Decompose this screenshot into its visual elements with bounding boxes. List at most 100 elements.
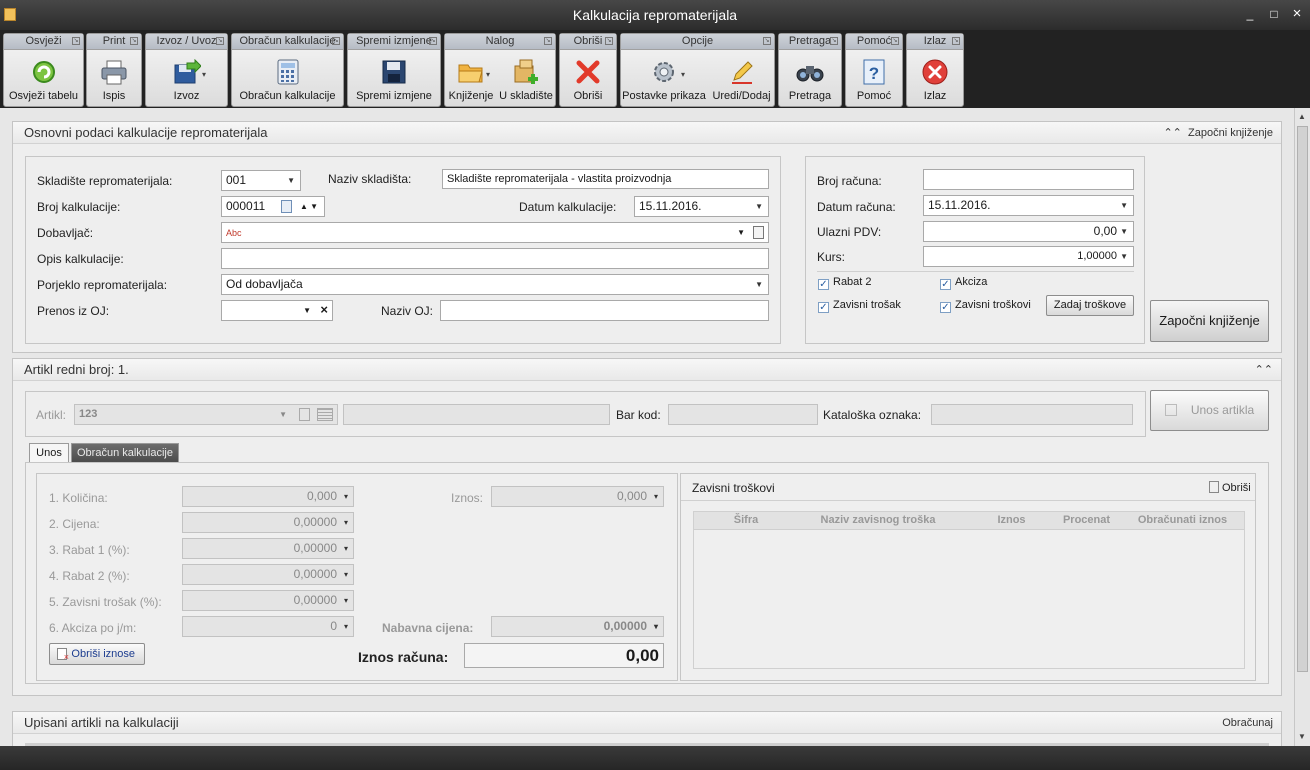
chevron-down-icon: ▾: [343, 622, 348, 631]
excise-field[interactable]: 0 ▾: [182, 616, 354, 637]
discount2-field[interactable]: 0,00000 ▾: [182, 564, 354, 585]
maximize-button[interactable]: □: [1266, 6, 1282, 22]
purchase-price-field[interactable]: 0,00000 ▾: [491, 616, 664, 637]
invoice-number-field[interactable]: [923, 169, 1134, 190]
discount1-field[interactable]: 0,00000 ▾: [182, 538, 354, 559]
scrollbar-thumb[interactable]: [1297, 126, 1308, 672]
dialog-launcher-icon[interactable]: ↘: [830, 37, 838, 45]
oj-name-field[interactable]: [440, 300, 769, 321]
input-vat-field[interactable]: 0,00 ▼: [923, 221, 1134, 242]
barcode-label: Bar kod:: [616, 408, 661, 422]
window-title: Kalkulacija repromaterijala: [572, 7, 738, 23]
chevron-down-icon: ▾: [653, 492, 658, 501]
dialog-launcher-icon[interactable]: ↘: [891, 37, 899, 45]
start-booking-button[interactable]: Započni knjiženje: [1150, 300, 1269, 342]
dialog-launcher-icon[interactable]: ↘: [72, 37, 80, 45]
divider: [817, 271, 1134, 272]
dialog-launcher-icon[interactable]: ↘: [332, 37, 340, 45]
column-header[interactable]: Obračunati iznos: [1125, 514, 1240, 526]
vertical-scrollbar[interactable]: ▲ ▼: [1294, 108, 1310, 746]
chevron-down-icon: ▼: [1120, 201, 1128, 210]
folder-icon: [456, 58, 486, 86]
dialog-launcher-icon[interactable]: ↘: [429, 37, 437, 45]
tab-content: 1. Količina: 0,000 ▾ 2. Cijena: 0,00000 ▾ …: [25, 462, 1269, 684]
warehouse-label: Skladište repromaterijala:: [37, 174, 173, 188]
chevron-down-icon: ▾: [343, 570, 348, 579]
ribbon-group-label: Print: [102, 35, 126, 47]
quantity-label: 1. Količina:: [49, 491, 108, 505]
article-select[interactable]: 123 ▼: [74, 404, 338, 425]
export-button[interactable]: ▾ Izvoz: [146, 52, 227, 106]
clear-icon: ×: [57, 648, 69, 662]
exchange-rate-field[interactable]: 1,00000 ▼: [923, 246, 1134, 267]
calculate-button[interactable]: Obračun kalkulacije: [232, 52, 343, 106]
panel-title: Osnovni podaci kalkulacije repromaterija…: [24, 125, 268, 140]
lookup-icon[interactable]: [281, 200, 292, 213]
tab-unos[interactable]: Unos: [29, 443, 69, 464]
list-icon: [299, 408, 310, 421]
collapse-icon[interactable]: ⌃⌃: [1255, 359, 1273, 381]
purchase-price-label: Nabavna cijena:: [382, 621, 474, 635]
refresh-table-button[interactable]: Osvježi tabelu: [4, 52, 83, 106]
scroll-down-icon[interactable]: ▼: [1298, 732, 1306, 741]
article-search-box: Artikl: 123 ▼ Bar kod: Kataloška oznaka:: [25, 391, 1146, 437]
ribbon-group-opcije: Opcije ↘ ▾ Postavke prikaza Uredi/Dodaj: [620, 33, 775, 107]
exit-button[interactable]: Izlaz: [907, 52, 963, 106]
warehouse-select[interactable]: 001 ▼: [221, 170, 301, 191]
calc-date-picker[interactable]: 15.11.2016. ▼: [634, 196, 769, 217]
column-header[interactable]: Šifra: [711, 514, 781, 526]
gear-icon: [649, 58, 679, 86]
edit-add-button[interactable]: Uredi/Dodaj: [709, 52, 774, 106]
print-button[interactable]: Ispis: [87, 52, 141, 106]
column-header[interactable]: Naziv zavisnog troška: [782, 514, 974, 526]
origin-select[interactable]: Od dobavljača ▼: [221, 274, 769, 295]
calculate-link[interactable]: Obračunaj: [1222, 712, 1273, 734]
akciza-checkbox[interactable]: ✓ Akciza: [940, 276, 987, 290]
dependent-costs-checkbox[interactable]: ✓ Zavisni troškovi: [940, 299, 1031, 313]
dialog-launcher-icon[interactable]: ↘: [130, 37, 138, 45]
close-window-button[interactable]: ×: [1289, 6, 1305, 22]
warehouse-name-field[interactable]: Skladište repromaterijala - vlastita pro…: [442, 169, 769, 189]
dialog-launcher-icon[interactable]: ↘: [952, 37, 960, 45]
rabat2-checkbox[interactable]: ✓ Rabat 2: [818, 276, 872, 290]
start-booking-link[interactable]: ⌃⌃ Započni knjiženje: [1163, 122, 1273, 144]
transfer-oj-select[interactable]: ▼ ×: [221, 300, 333, 321]
basic-fields-box: Skladište repromaterijala: 001 ▼ Naziv sk…: [25, 156, 781, 344]
dependent-cost-field[interactable]: 0,00000 ▾: [182, 590, 354, 611]
clear-amounts-button[interactable]: × Obriši iznose: [49, 643, 145, 665]
ribbon-group-obrisi: Obriši ↘ Obriši: [559, 33, 617, 107]
supplier-select[interactable]: Abc ▼: [221, 222, 769, 243]
search-button[interactable]: Pretraga: [779, 52, 841, 106]
dialog-launcher-icon[interactable]: ↘: [605, 37, 613, 45]
dialog-launcher-icon[interactable]: ↘: [216, 37, 224, 45]
add-article-button[interactable]: Unos artikla: [1150, 390, 1269, 431]
dependent-cost-checkbox[interactable]: ✓ Zavisni trošak: [818, 299, 901, 313]
column-header[interactable]: Procenat: [1049, 514, 1124, 526]
invoice-date-picker[interactable]: 15.11.2016. ▼: [923, 195, 1134, 216]
delete-cost-button[interactable]: Obriši: [1209, 481, 1251, 494]
calc-number-field[interactable]: 000011 ▲ ▼: [221, 196, 325, 217]
set-costs-button[interactable]: Zadaj troškove: [1046, 295, 1134, 316]
tab-obracun[interactable]: Obračun kalkulacije: [71, 443, 179, 463]
help-button[interactable]: ? Pomoć: [846, 52, 902, 106]
save-changes-button[interactable]: Spremi izmjene: [348, 52, 440, 106]
price-field[interactable]: 0,00000 ▾: [182, 512, 354, 533]
display-settings-button[interactable]: ▾ Postavke prikaza: [621, 52, 707, 106]
to-warehouse-button[interactable]: U skladište: [497, 52, 555, 106]
quantity-field[interactable]: 0,000 ▾: [182, 486, 354, 507]
scroll-up-icon[interactable]: ▲: [1298, 112, 1306, 121]
clear-icon[interactable]: ×: [320, 301, 328, 319]
minimize-button[interactable]: _: [1242, 6, 1258, 22]
dialog-launcher-icon[interactable]: ↘: [544, 37, 552, 45]
description-field[interactable]: [221, 248, 769, 269]
list-icon[interactable]: [753, 226, 764, 239]
calculator-icon: [273, 58, 303, 86]
ribbon-group-label: Pomoć: [856, 35, 892, 47]
spin-icon[interactable]: ▲ ▼: [300, 197, 318, 216]
dialog-launcher-icon[interactable]: ↘: [763, 37, 771, 45]
delete-button[interactable]: Obriši: [560, 52, 616, 106]
booking-button[interactable]: ▾ Knjiženje: [445, 52, 497, 106]
ribbon-group-label: Opcije: [681, 35, 714, 47]
amount-field[interactable]: 0,000 ▾: [491, 486, 664, 507]
column-header[interactable]: Iznos: [975, 514, 1048, 526]
